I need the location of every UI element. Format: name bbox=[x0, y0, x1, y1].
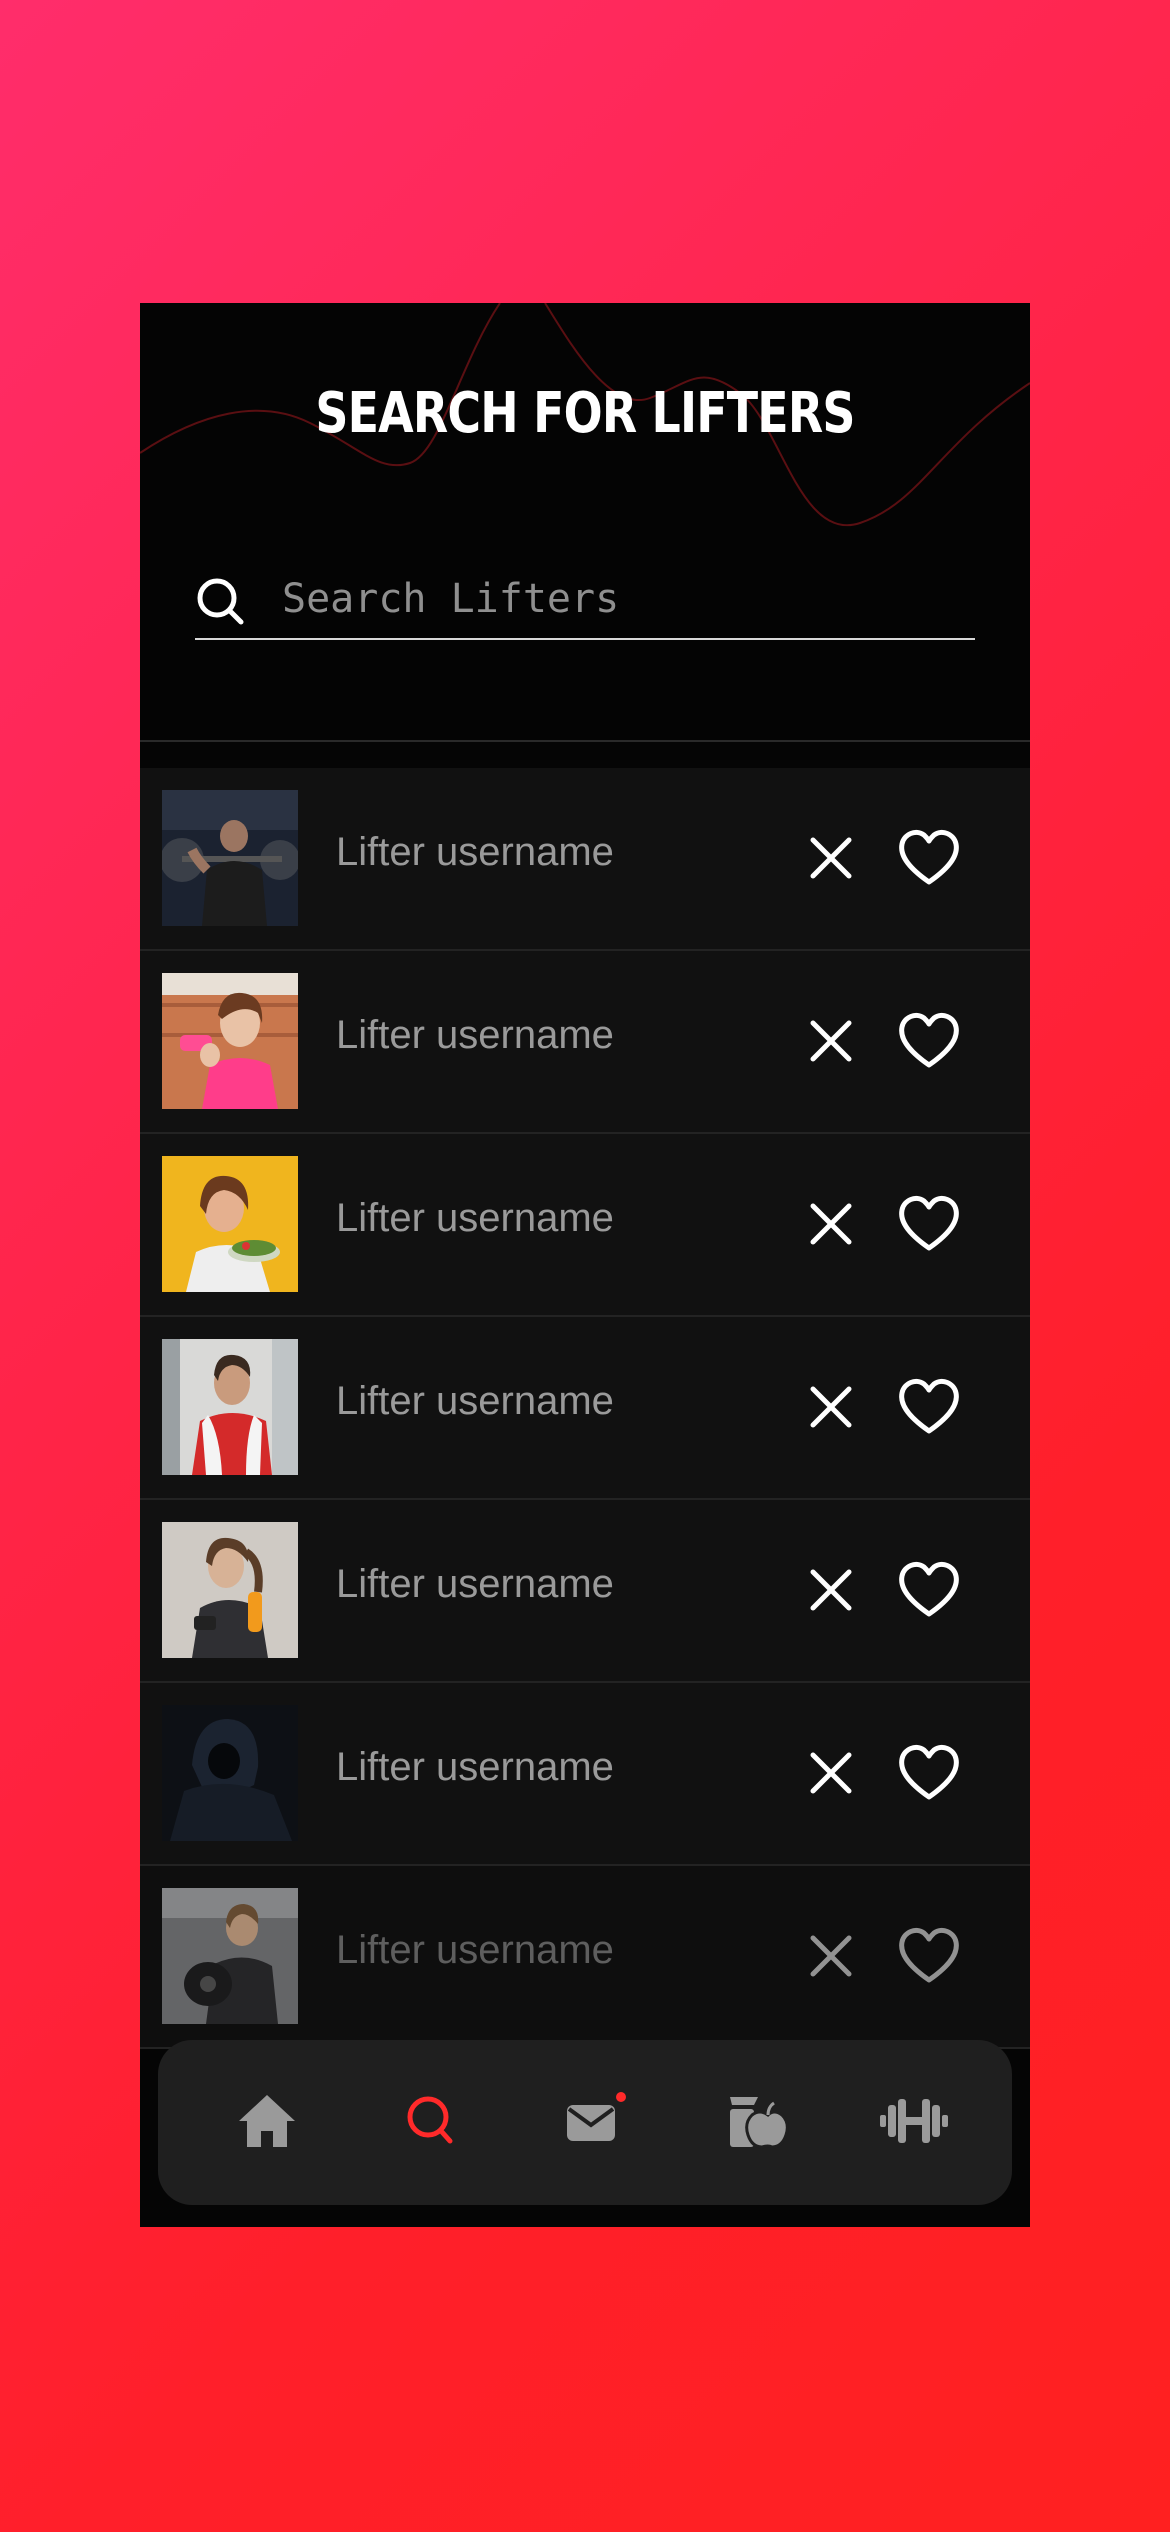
heart-icon[interactable] bbox=[896, 1375, 962, 1437]
close-icon[interactable] bbox=[805, 1747, 857, 1799]
decorative-waves bbox=[140, 303, 1030, 527]
search-input[interactable] bbox=[280, 568, 964, 630]
search-bar[interactable] bbox=[195, 568, 975, 640]
lifter-avatar bbox=[162, 1705, 298, 1841]
lifter-username[interactable]: Lifter username bbox=[336, 830, 614, 875]
heart-icon[interactable] bbox=[896, 826, 962, 888]
search-icon bbox=[197, 578, 244, 625]
lifter-row[interactable]: Lifter username bbox=[140, 1866, 1030, 2049]
header: SEARCH FOR LIFTERS bbox=[140, 303, 1030, 742]
page-title: SEARCH FOR LIFTERS bbox=[315, 381, 855, 446]
lifter-list: Lifter username Lifter username Lifter u… bbox=[140, 768, 1030, 2049]
lifter-avatar bbox=[162, 790, 298, 926]
lifter-row[interactable]: Lifter username bbox=[140, 768, 1030, 951]
lifter-username[interactable]: Lifter username bbox=[336, 1196, 614, 1241]
heart-icon[interactable] bbox=[896, 1924, 962, 1986]
lifter-row[interactable]: Lifter username bbox=[140, 951, 1030, 1134]
lifter-username[interactable]: Lifter username bbox=[336, 1928, 614, 1973]
heart-icon[interactable] bbox=[896, 1192, 962, 1254]
heart-icon[interactable] bbox=[896, 1741, 962, 1803]
close-icon[interactable] bbox=[805, 832, 857, 884]
lifter-username[interactable]: Lifter username bbox=[336, 1745, 614, 1790]
lifter-row[interactable]: Lifter username bbox=[140, 1683, 1030, 1866]
heart-icon[interactable] bbox=[896, 1009, 962, 1071]
lifter-avatar bbox=[162, 1522, 298, 1658]
dumbbell-icon[interactable] bbox=[874, 2085, 954, 2155]
search-icon[interactable] bbox=[390, 2085, 470, 2155]
lifter-avatar bbox=[162, 973, 298, 1109]
mail-icon[interactable] bbox=[553, 2085, 633, 2155]
home-icon[interactable] bbox=[227, 2085, 307, 2155]
app-screen: SEARCH FOR LIFTERS Search Lifters Lifter… bbox=[140, 303, 1030, 2227]
lifter-row[interactable]: Lifter username bbox=[140, 1500, 1030, 1683]
bottom-nav bbox=[158, 2040, 1012, 2205]
lifter-avatar bbox=[162, 1888, 298, 2024]
close-icon[interactable] bbox=[805, 1381, 857, 1433]
notification-dot bbox=[616, 2092, 626, 2102]
lifter-username[interactable]: Lifter username bbox=[336, 1562, 614, 1607]
lifter-avatar bbox=[162, 1156, 298, 1292]
lifter-avatar bbox=[162, 1339, 298, 1475]
close-icon[interactable] bbox=[805, 1930, 857, 1982]
close-icon[interactable] bbox=[805, 1198, 857, 1250]
lifter-row[interactable]: Lifter username bbox=[140, 1134, 1030, 1317]
lifter-username[interactable]: Lifter username bbox=[336, 1379, 614, 1424]
nutrition-icon[interactable] bbox=[716, 2085, 796, 2155]
close-icon[interactable] bbox=[805, 1015, 857, 1067]
lifter-row[interactable]: Lifter username bbox=[140, 1317, 1030, 1500]
heart-icon[interactable] bbox=[896, 1558, 962, 1620]
close-icon[interactable] bbox=[805, 1564, 857, 1616]
lifter-username[interactable]: Lifter username bbox=[336, 1013, 614, 1058]
